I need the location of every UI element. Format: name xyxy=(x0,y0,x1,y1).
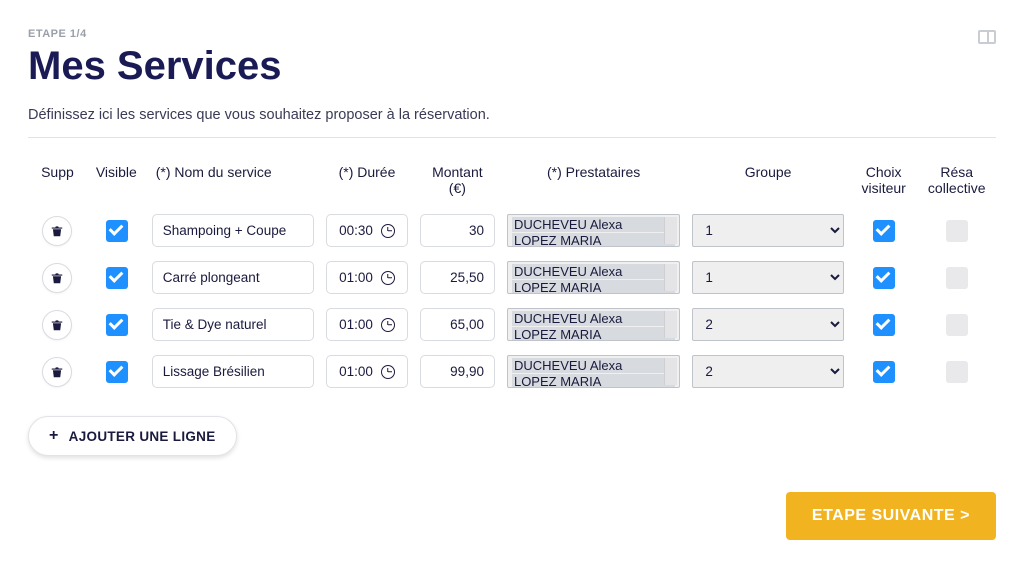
providers-select[interactable]: DUCHEVEU Alexa LOPEZ MARIA xyxy=(507,261,680,294)
delete-button[interactable] xyxy=(42,310,72,340)
subtitle: Définissez ici les services que vous sou… xyxy=(28,107,996,123)
service-name-input[interactable] xyxy=(152,308,314,341)
delete-button[interactable] xyxy=(42,263,72,293)
clock-icon xyxy=(381,271,395,285)
group-select[interactable]: 12 xyxy=(692,308,844,341)
duration-input[interactable]: 01:00 xyxy=(326,308,408,341)
col-choix: Choix visiteur xyxy=(850,158,918,204)
clock-icon xyxy=(381,365,395,379)
trash-icon xyxy=(50,365,64,379)
col-montant: Montant (€) xyxy=(414,158,501,204)
visitor-choice-checkbox[interactable] xyxy=(873,220,895,242)
table-row: 01:00 DUCHEVEU Alexa LOPEZ MARIA 12 xyxy=(28,257,996,298)
col-supp: Supp xyxy=(28,158,87,204)
services-table: Supp Visible (*) Nom du service (*) Duré… xyxy=(28,152,996,398)
trash-icon xyxy=(50,271,64,285)
divider xyxy=(28,137,996,138)
duration-input[interactable]: 01:00 xyxy=(326,355,408,388)
add-row-label: AJOUTER UNE LIGNE xyxy=(69,429,216,444)
page-title: Mes Services xyxy=(28,44,282,89)
group-select[interactable]: 12 xyxy=(692,355,844,388)
clock-icon xyxy=(381,318,395,332)
visitor-choice-checkbox[interactable] xyxy=(873,267,895,289)
visible-checkbox[interactable] xyxy=(106,314,128,336)
service-name-input[interactable] xyxy=(152,261,314,294)
collective-booking-checkbox[interactable] xyxy=(946,361,968,383)
collective-booking-checkbox[interactable] xyxy=(946,267,968,289)
visible-checkbox[interactable] xyxy=(106,267,128,289)
col-duree: (*) Durée xyxy=(320,158,414,204)
delete-button[interactable] xyxy=(42,216,72,246)
amount-input[interactable] xyxy=(420,214,495,247)
amount-input[interactable] xyxy=(420,355,495,388)
trash-icon xyxy=(50,318,64,332)
group-select[interactable]: 12 xyxy=(692,214,844,247)
step-label: ETAPE 1/4 xyxy=(28,28,282,40)
providers-select[interactable]: DUCHEVEU Alexa LOPEZ MARIA xyxy=(507,355,680,388)
visible-checkbox[interactable] xyxy=(106,361,128,383)
layout-columns-icon[interactable] xyxy=(978,30,996,44)
group-select[interactable]: 12 xyxy=(692,261,844,294)
plus-icon: + xyxy=(49,427,59,445)
collective-booking-checkbox[interactable] xyxy=(946,220,968,242)
trash-icon xyxy=(50,224,64,238)
service-name-input[interactable] xyxy=(152,355,314,388)
delete-button[interactable] xyxy=(42,357,72,387)
providers-select[interactable]: DUCHEVEU Alexa LOPEZ MARIA xyxy=(507,308,680,341)
visitor-choice-checkbox[interactable] xyxy=(873,314,895,336)
col-nom: (*) Nom du service xyxy=(146,158,320,204)
col-resa: Résa collective xyxy=(917,158,996,204)
add-row-button[interactable]: + AJOUTER UNE LIGNE xyxy=(28,416,237,456)
providers-select[interactable]: DUCHEVEU Alexa LOPEZ MARIA xyxy=(507,214,680,247)
visible-checkbox[interactable] xyxy=(106,220,128,242)
visitor-choice-checkbox[interactable] xyxy=(873,361,895,383)
table-row: 01:00 DUCHEVEU Alexa LOPEZ MARIA 12 xyxy=(28,351,996,392)
amount-input[interactable] xyxy=(420,308,495,341)
table-row: 00:30 DUCHEVEU Alexa LOPEZ MARIA 12 xyxy=(28,210,996,251)
amount-input[interactable] xyxy=(420,261,495,294)
next-step-button[interactable]: ETAPE SUIVANTE > xyxy=(786,492,996,540)
duration-input[interactable]: 00:30 xyxy=(326,214,408,247)
collective-booking-checkbox[interactable] xyxy=(946,314,968,336)
col-visible: Visible xyxy=(87,158,146,204)
service-name-input[interactable] xyxy=(152,214,314,247)
duration-input[interactable]: 01:00 xyxy=(326,261,408,294)
col-groupe: Groupe xyxy=(686,158,850,204)
col-prestataires: (*) Prestataires xyxy=(501,158,686,204)
clock-icon xyxy=(381,224,395,238)
table-row: 01:00 DUCHEVEU Alexa LOPEZ MARIA 12 xyxy=(28,304,996,345)
